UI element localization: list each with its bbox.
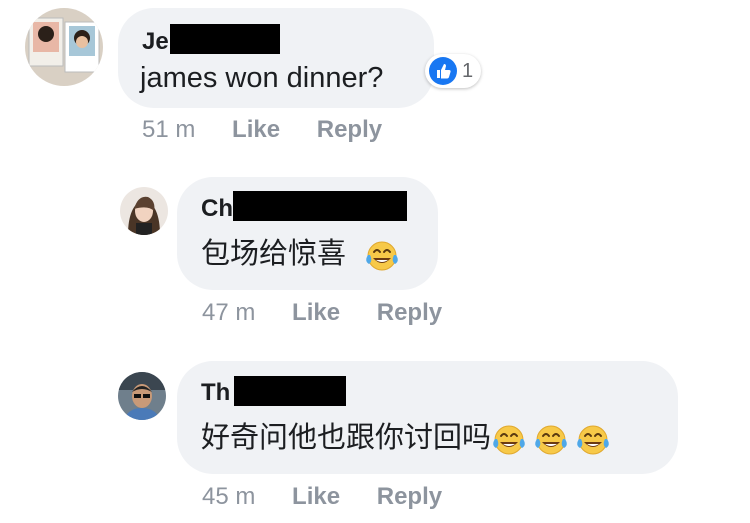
laughing-tears-emoji [364, 237, 400, 273]
timestamp[interactable]: 51 m [142, 116, 195, 143]
laughing-tears-emoji [575, 421, 611, 457]
comment-text: 好奇问他也跟你讨回吗 [201, 421, 611, 457]
comment-bubble: Th 好奇问他也跟你讨回吗 [177, 361, 678, 474]
reply-button[interactable]: Reply [377, 299, 442, 326]
avatar[interactable] [25, 8, 103, 86]
author-name[interactable]: Th [201, 379, 230, 407]
comment-meta: 51 m Like Reply [142, 116, 382, 144]
comment-text: james won dinner? [140, 62, 384, 94]
timestamp[interactable]: 47 m [202, 299, 255, 326]
author-name[interactable]: Je [142, 28, 169, 56]
like-button[interactable]: Like [292, 299, 340, 326]
avatar[interactable] [120, 187, 168, 235]
comment-text-body: 包场给惊喜 [201, 238, 347, 270]
like-icon [429, 57, 457, 85]
comment-text-body: 好奇问他也跟你讨回吗 [201, 422, 492, 454]
laughing-tears-emoji [533, 421, 569, 457]
comment-thread: Je james won dinner? 1 51 m Like Reply C… [0, 0, 750, 523]
avatar[interactable] [118, 372, 166, 420]
redaction-box [233, 191, 407, 221]
author-name[interactable]: Ch [201, 195, 233, 223]
like-button[interactable]: Like [232, 116, 280, 143]
comment-bubble: Ch 包场给惊喜 [177, 177, 438, 290]
comment-bubble: Je james won dinner? [118, 8, 434, 108]
timestamp[interactable]: 45 m [202, 483, 255, 510]
laughing-tears-emoji [491, 421, 527, 457]
reply-button[interactable]: Reply [377, 483, 442, 510]
comment-meta: 45 m Like Reply [202, 483, 442, 511]
redaction-box [170, 24, 280, 54]
comment-text: 包场给惊喜 [201, 237, 400, 273]
reply-button[interactable]: Reply [317, 116, 382, 143]
reaction-count: 1 [462, 59, 474, 82]
like-button[interactable]: Like [292, 483, 340, 510]
redaction-box [234, 376, 346, 406]
reaction-badge[interactable]: 1 [425, 54, 482, 88]
comment-meta: 47 m Like Reply [202, 299, 442, 327]
